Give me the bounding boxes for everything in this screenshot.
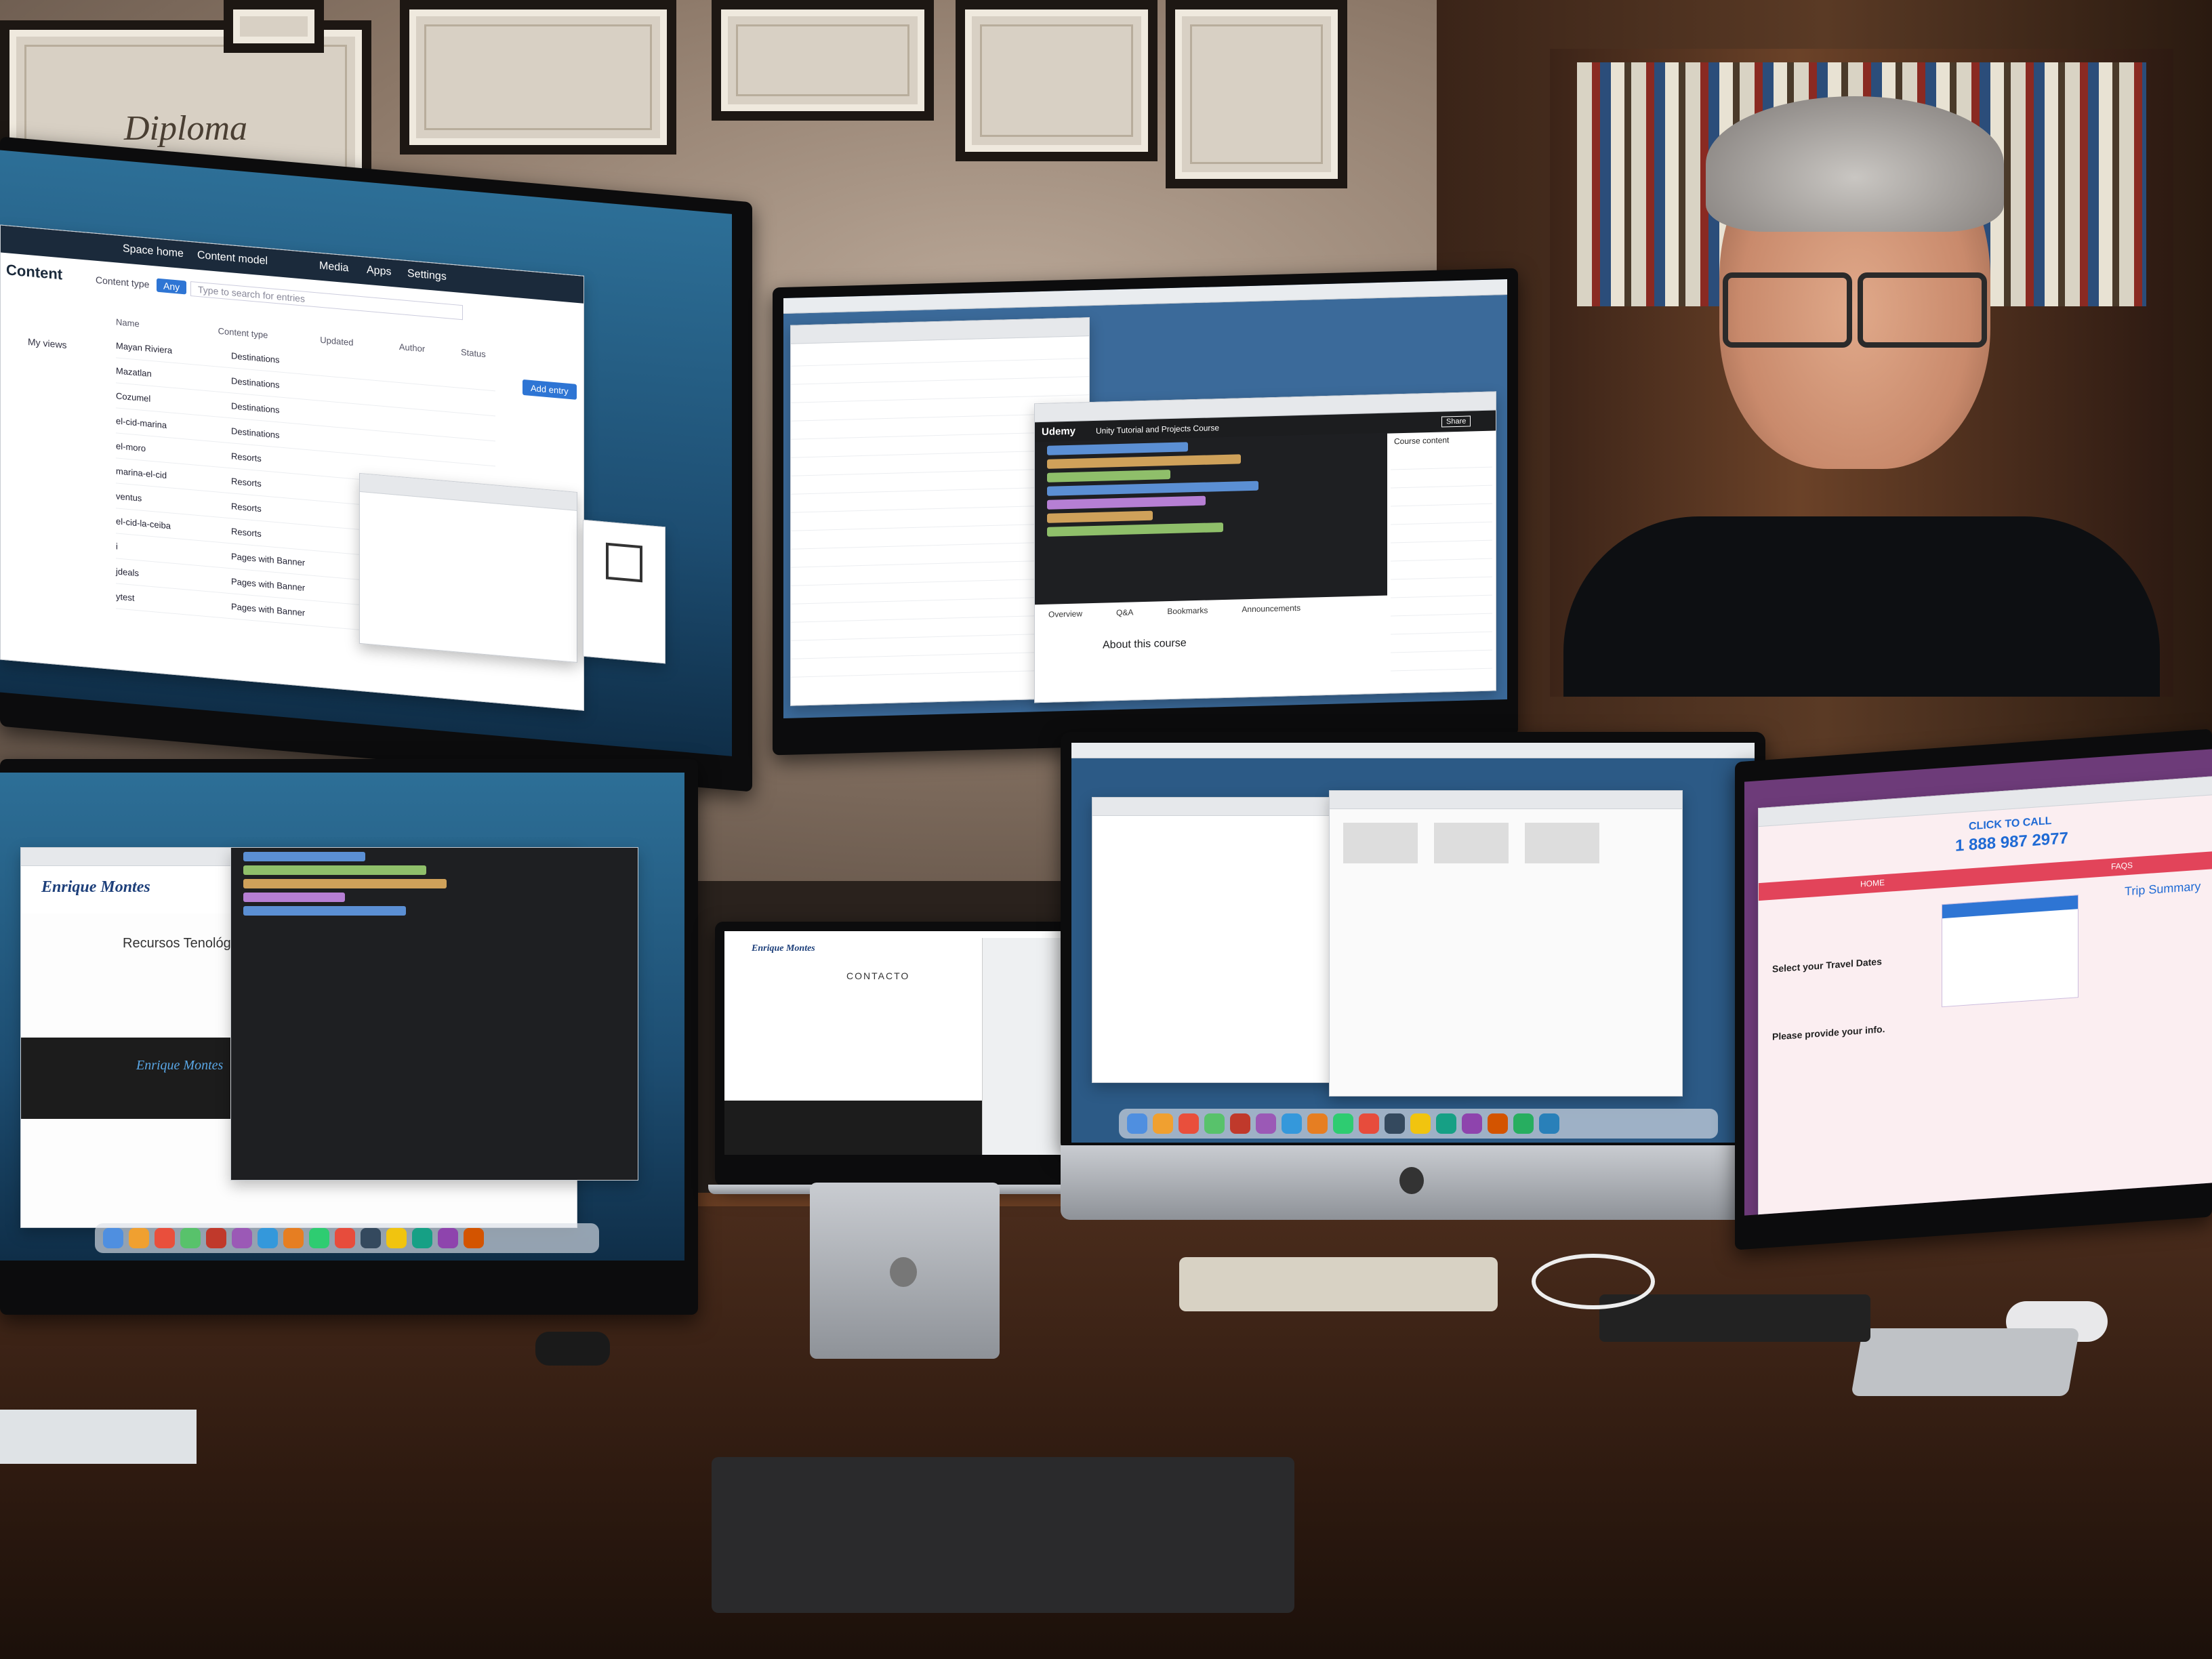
entry-content-type: Destinations xyxy=(231,350,280,365)
laptop-footer xyxy=(724,1101,982,1155)
entry-name[interactable]: el-cid-la-ceiba xyxy=(116,516,204,533)
certificate-frame-2 xyxy=(712,0,934,121)
monitor-top-center: Udemy Unity Tutorial and Projects Course… xyxy=(773,268,1518,756)
code-editor-window xyxy=(230,847,638,1181)
entry-content-type: Destinations xyxy=(231,425,280,441)
tab-content-model[interactable]: Content model xyxy=(197,249,268,268)
travel-dates-label: Select your Travel Dates xyxy=(1772,956,1882,975)
col-status[interactable]: Status xyxy=(461,347,495,366)
monitor-top-center-screen: Udemy Unity Tutorial and Projects Course… xyxy=(783,279,1507,718)
laptop-screen: Enrique Montes CONTACTO xyxy=(724,931,1071,1155)
site-logo[interactable]: Enrique Montes xyxy=(41,878,150,897)
trip-summary: Trip Summary xyxy=(2125,879,2201,899)
apple-logo-icon xyxy=(890,1257,917,1287)
mac-mini xyxy=(810,1183,1000,1359)
entry-name[interactable]: ytest xyxy=(116,591,204,609)
entry-content-type: Pages with Banner xyxy=(231,550,306,568)
udemy-logo[interactable]: Udemy xyxy=(1042,426,1076,438)
monitor-top-left-screen: Space home Content model Media Apps Sett… xyxy=(0,150,732,756)
game-controller xyxy=(535,1332,610,1366)
tab-media[interactable]: Media xyxy=(319,260,349,275)
page-title: Content xyxy=(6,261,63,283)
entry-name[interactable]: Mazatlan xyxy=(116,365,204,383)
entry-name[interactable]: i xyxy=(116,541,204,558)
course-title: Unity Tutorial and Projects Course xyxy=(1096,423,1220,436)
date-picker[interactable] xyxy=(1942,895,2078,1008)
add-entry-button[interactable]: Add entry xyxy=(523,379,577,400)
entry-name[interactable]: marina-el-cid xyxy=(116,466,204,483)
monitor-bottom-right-screen: CLICK TO CALL 1 888 987 2977 HOME FAQS S… xyxy=(1744,749,2212,1216)
entry-content-type: Resorts xyxy=(231,475,262,489)
tab-apps[interactable]: Apps xyxy=(367,264,391,279)
tab-settings[interactable]: Settings xyxy=(407,268,447,283)
imac-screen xyxy=(1071,743,1755,1143)
contact-heading: CONTACTO xyxy=(846,970,910,981)
entry-name[interactable]: ventus xyxy=(116,491,204,508)
entry-content-type: Resorts xyxy=(231,500,262,514)
image-preview-window xyxy=(583,519,665,664)
imac-files-window xyxy=(1329,790,1683,1097)
filter-value[interactable]: Any xyxy=(157,278,187,295)
travel-site-window: CLICK TO CALL 1 888 987 2977 HOME FAQS S… xyxy=(1758,776,2212,1216)
tab-announcements[interactable]: Announcements xyxy=(1242,603,1300,614)
col-author[interactable]: Author xyxy=(399,342,434,361)
keyboard-wireless xyxy=(1179,1257,1498,1311)
certificate-frame-3 xyxy=(956,0,1158,161)
tab-bookmarks[interactable]: Bookmarks xyxy=(1167,606,1208,617)
site-footer: Enrique Montes xyxy=(21,1038,265,1119)
entry-name[interactable]: el-cid-marina xyxy=(116,415,204,433)
apple-logo-icon xyxy=(1399,1167,1424,1194)
mouse-pad xyxy=(1599,1294,1870,1342)
monitor-bottom-left-screen: Enrique Montes Recursos Tenológicos Enri… xyxy=(0,773,684,1261)
nav-faqs[interactable]: FAQS xyxy=(2111,861,2133,872)
imac-chin xyxy=(1061,1145,1765,1220)
trackpad xyxy=(1851,1328,2080,1396)
entry-name[interactable]: Mayan Riviera xyxy=(116,340,204,358)
monitor-bottom-right: CLICK TO CALL 1 888 987 2977 HOME FAQS S… xyxy=(1735,729,2212,1250)
logo-thumbnail xyxy=(606,542,642,583)
webcam-inset xyxy=(1550,49,2173,697)
entry-content-type: Destinations xyxy=(231,400,280,415)
entry-content-type: Pages with Banner xyxy=(231,600,306,618)
entry-content-type: Destinations xyxy=(231,375,280,390)
entry-content-type: Resorts xyxy=(231,525,262,539)
filter-label[interactable]: Content type xyxy=(96,274,149,290)
share-button[interactable]: Share xyxy=(1441,415,1471,428)
monitor-bottom-left: Enrique Montes Recursos Tenológicos Enri… xyxy=(0,759,698,1315)
certificate-frame-4 xyxy=(1166,0,1347,188)
person-shirt xyxy=(1563,516,2160,697)
space-home-link[interactable]: Space home xyxy=(123,243,184,260)
tab-overview[interactable]: Overview xyxy=(1048,609,1082,619)
about-course-heading: About this course xyxy=(1103,637,1187,651)
entry-name[interactable]: Cozumel xyxy=(116,390,204,408)
video-player[interactable] xyxy=(1035,432,1387,605)
person-hair xyxy=(1706,96,2004,232)
monitor-top-left: Space home Content model Media Apps Sett… xyxy=(0,136,752,792)
glasses-icon xyxy=(1723,272,1987,348)
sidebar-item-my-views[interactable]: My views xyxy=(28,336,67,350)
tab-qa[interactable]: Q&A xyxy=(1116,607,1133,617)
notepad xyxy=(0,1410,197,1464)
imac xyxy=(1061,732,1765,1261)
udemy-browser-window: Udemy Unity Tutorial and Projects Course… xyxy=(1034,391,1496,703)
laptop-site-logo[interactable]: Enrique Montes xyxy=(752,943,815,954)
entry-content-type: Resorts xyxy=(231,450,262,464)
white-cable xyxy=(1532,1254,1655,1309)
dock xyxy=(95,1223,599,1253)
finder-window xyxy=(359,472,577,663)
laptop-side-window xyxy=(982,938,1071,1155)
keyboard-main xyxy=(712,1457,1294,1613)
nav-home[interactable]: HOME xyxy=(1860,878,1885,889)
entry-name[interactable]: jdeals xyxy=(116,566,204,583)
footer-logo[interactable]: Enrique Montes xyxy=(136,1058,223,1073)
entry-name[interactable]: el-moro xyxy=(116,441,204,458)
phone-number[interactable]: 1 888 987 2977 xyxy=(1955,829,2068,856)
certificate-frame-1 xyxy=(400,0,676,155)
info-label: Please provide your info. xyxy=(1772,1023,1885,1042)
imac-dock xyxy=(1119,1109,1718,1139)
course-content-label: Course content xyxy=(1394,435,1450,447)
certificate-frame-5 xyxy=(224,0,324,53)
entry-content-type: Pages with Banner xyxy=(231,575,306,593)
laptop: Enrique Montes CONTACTO xyxy=(708,922,1088,1194)
